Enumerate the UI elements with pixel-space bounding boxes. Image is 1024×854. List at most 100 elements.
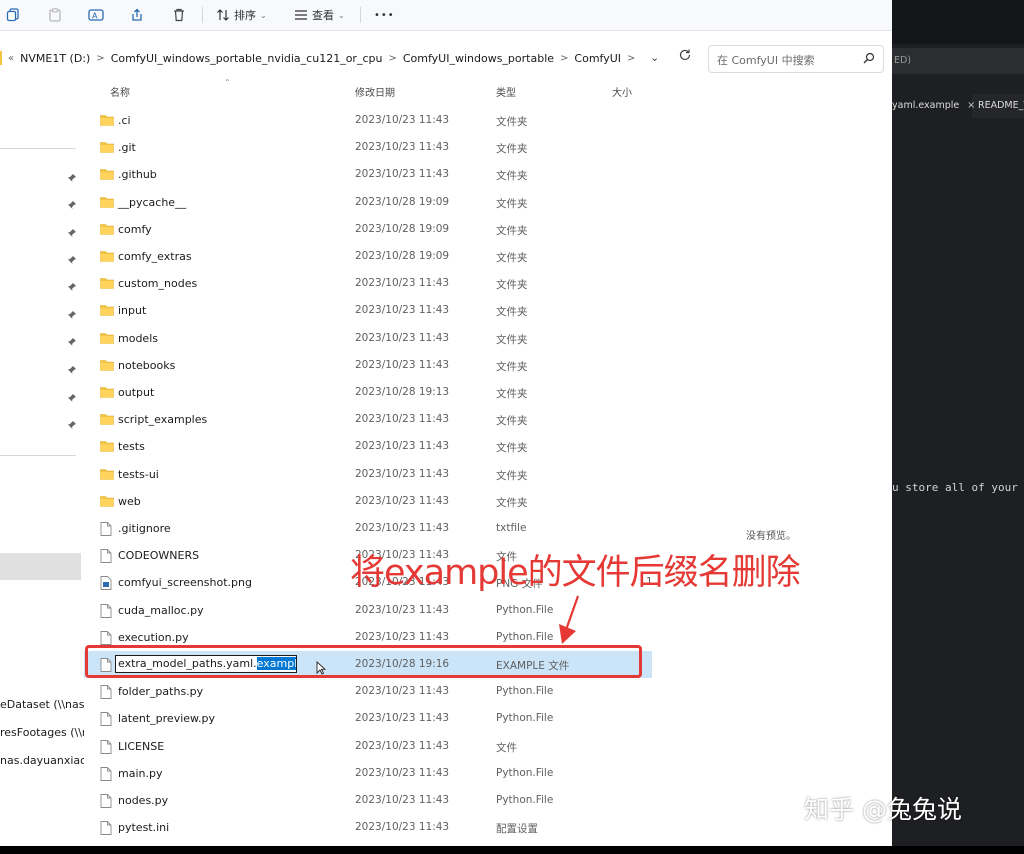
- pin-icon[interactable]: [67, 282, 77, 292]
- folder-icon: [100, 250, 114, 265]
- file-type: 文件夹: [496, 360, 528, 373]
- file-row[interactable]: __pycache__ 2023/10/28 19:09 文件夹: [84, 189, 652, 216]
- file-row[interactable]: .ci 2023/10/23 11:43 文件夹: [84, 107, 652, 134]
- breadcrumb-portable-nvidia[interactable]: ComfyUI_windows_portable_nvidia_cu121_or…: [107, 52, 387, 65]
- file-type: 文件夹: [496, 333, 528, 346]
- tab-readme[interactable]: README_V: [974, 94, 1024, 118]
- file-row[interactable]: .gitignore 2023/10/23 11:43 txtfile: [84, 515, 652, 542]
- nav-item-network-share[interactable]: nas.dayuanxiaoy: [0, 754, 84, 767]
- pin-icon[interactable]: [67, 228, 77, 238]
- file-modified-date: 2023/10/23 11:43: [355, 766, 450, 779]
- address-row: « NVME1T (D:) > ComfyUI_windows_portable…: [0, 41, 892, 77]
- file-row[interactable]: main.py 2023/10/23 11:43 Python.File: [84, 760, 652, 787]
- search-box[interactable]: [708, 45, 884, 73]
- nav-divider: [0, 148, 76, 149]
- chevron-right-icon[interactable]: >: [625, 53, 637, 64]
- file-modified-date: 2023/10/28 19:09: [355, 195, 450, 208]
- file-modified-date: 2023/10/28 19:09: [355, 250, 450, 262]
- column-header-type[interactable]: 类型: [496, 84, 516, 99]
- pin-icon[interactable]: [67, 200, 77, 210]
- file-explorer-window: A 排序 ⌄ 查看 ⌄ ••• « NVME1T (D:) > ComfyUI_…: [0, 0, 892, 846]
- file-name: CODEOWNERS: [118, 549, 200, 563]
- pin-icon[interactable]: [67, 365, 77, 375]
- breadcrumb-comfyui[interactable]: ComfyUI: [570, 52, 625, 65]
- file-row[interactable]: latent_preview.py 2023/10/23 11:43 Python.…: [84, 705, 652, 732]
- pin-icon[interactable]: [67, 173, 77, 183]
- navigation-pane: eDataset (\\nas.da resFootages (\\n nas.…: [0, 78, 84, 846]
- chevron-right-icon[interactable]: >: [386, 53, 398, 64]
- file-row[interactable]: .git 2023/10/23 11:43 文件夹: [84, 134, 652, 161]
- file-name: web: [118, 494, 141, 508]
- pin-icon[interactable]: [67, 420, 77, 430]
- file-row[interactable]: folder_paths.py 2023/10/23 11:43 Python.Fi…: [84, 678, 652, 705]
- column-header-date[interactable]: 修改日期: [355, 84, 395, 99]
- nav-item-selected[interactable]: [0, 553, 81, 580]
- refresh-icon[interactable]: [678, 48, 696, 66]
- search-input[interactable]: [715, 47, 859, 73]
- file-name: .gitignore: [118, 522, 171, 535]
- file-type: 文件夹: [496, 279, 528, 292]
- sort-button[interactable]: 排序 ⌄: [216, 5, 267, 25]
- view-icon: [294, 8, 308, 22]
- file-row[interactable]: models 2023/10/23 11:43 文件夹: [84, 325, 652, 352]
- folder-icon: [100, 468, 114, 483]
- file-row[interactable]: tests 2023/10/23 11:43 文件夹: [84, 433, 652, 460]
- rename-icon[interactable]: A: [88, 5, 104, 25]
- pin-icon[interactable]: [67, 337, 77, 347]
- file-row[interactable]: LICENSE 2023/10/23 11:43 文件: [84, 733, 652, 760]
- image-file-icon: [100, 576, 112, 593]
- file-row[interactable]: web 2023/10/23 11:43 文件夹: [84, 488, 652, 515]
- file-modified-date: 2023/10/23 11:43: [355, 739, 450, 752]
- nav-item-network-dataset[interactable]: eDataset (\\nas.da: [0, 698, 84, 711]
- breadcrumb-portable[interactable]: ComfyUI_windows_portable: [399, 52, 558, 65]
- file-modified-date: 2023/10/23 11:43: [355, 522, 450, 534]
- file-type: 文件夹: [496, 143, 528, 156]
- breadcrumb-drive[interactable]: NVME1T (D:): [16, 52, 94, 65]
- share-icon[interactable]: [130, 5, 144, 25]
- search-icon[interactable]: [863, 52, 875, 67]
- file-row[interactable]: comfy_extras 2023/10/28 19:09 文件夹: [84, 243, 652, 270]
- chevron-right-icon[interactable]: >: [558, 53, 570, 64]
- chevron-down-icon[interactable]: ⌄: [650, 51, 659, 64]
- command-bar: A 排序 ⌄ 查看 ⌄ •••: [0, 0, 892, 31]
- pin-icon[interactable]: [67, 255, 77, 265]
- file-row[interactable]: output 2023/10/28 19:13 文件夹: [84, 379, 652, 406]
- chevron-down-icon: ⌄: [338, 10, 345, 20]
- file-modified-date: 2023/10/23 11:43: [355, 630, 450, 643]
- file-name: .ci: [118, 114, 131, 127]
- file-type: Python.File: [496, 603, 554, 616]
- file-row[interactable]: custom_nodes 2023/10/23 11:43 文件夹: [84, 270, 652, 297]
- tab-yaml-example[interactable]: yaml.example ×: [892, 94, 975, 118]
- chevron-right-icon[interactable]: >: [94, 53, 106, 64]
- editor-title-bar: ED): [892, 48, 1024, 74]
- breadcrumb[interactable]: « NVME1T (D:) > ComfyUI_windows_portable…: [0, 44, 700, 72]
- file-modified-date: 2023/10/23 11:43: [355, 168, 450, 181]
- delete-icon[interactable]: [172, 5, 186, 25]
- pin-icon[interactable]: [67, 393, 77, 403]
- column-header-name[interactable]: 名称: [110, 84, 130, 99]
- column-header-size[interactable]: 大小: [612, 84, 632, 99]
- file-row[interactable]: nodes.py 2023/10/23 11:43 Python.File: [84, 787, 652, 814]
- file-row[interactable]: script_examples 2023/10/23 11:43 文件夹: [84, 406, 652, 433]
- file-row[interactable]: comfy 2023/10/28 19:09 文件夹: [84, 216, 652, 243]
- copy-icon[interactable]: [6, 5, 20, 25]
- file-modified-date: 2023/10/23 11:43: [355, 603, 450, 616]
- file-type: 文件夹: [496, 469, 528, 482]
- file-row[interactable]: .github 2023/10/23 11:43 文件夹: [84, 161, 652, 188]
- view-label: 查看: [312, 9, 334, 22]
- folder-icon: [100, 440, 114, 455]
- pin-icon[interactable]: [67, 310, 77, 320]
- tab-label: yaml.example: [892, 100, 960, 111]
- file-row[interactable]: pytest.ini 2023/10/23 11:43 配置设置: [84, 814, 652, 841]
- nav-item-network-footages[interactable]: resFootages (\\n: [0, 726, 84, 739]
- file-row[interactable]: tests-ui 2023/10/23 11:43 文件夹: [84, 461, 652, 488]
- file-row[interactable]: input 2023/10/23 11:43 文件夹: [84, 297, 652, 324]
- file-row[interactable]: notebooks 2023/10/23 11:43 文件夹: [84, 352, 652, 379]
- overflow-chevron[interactable]: «: [6, 53, 16, 64]
- folder-icon: [100, 223, 114, 238]
- paste-icon[interactable]: [48, 5, 62, 25]
- file-type: 文件夹: [496, 116, 528, 128]
- file-icon: [100, 794, 112, 811]
- more-options-button[interactable]: •••: [374, 5, 395, 25]
- view-button[interactable]: 查看 ⌄: [294, 5, 345, 25]
